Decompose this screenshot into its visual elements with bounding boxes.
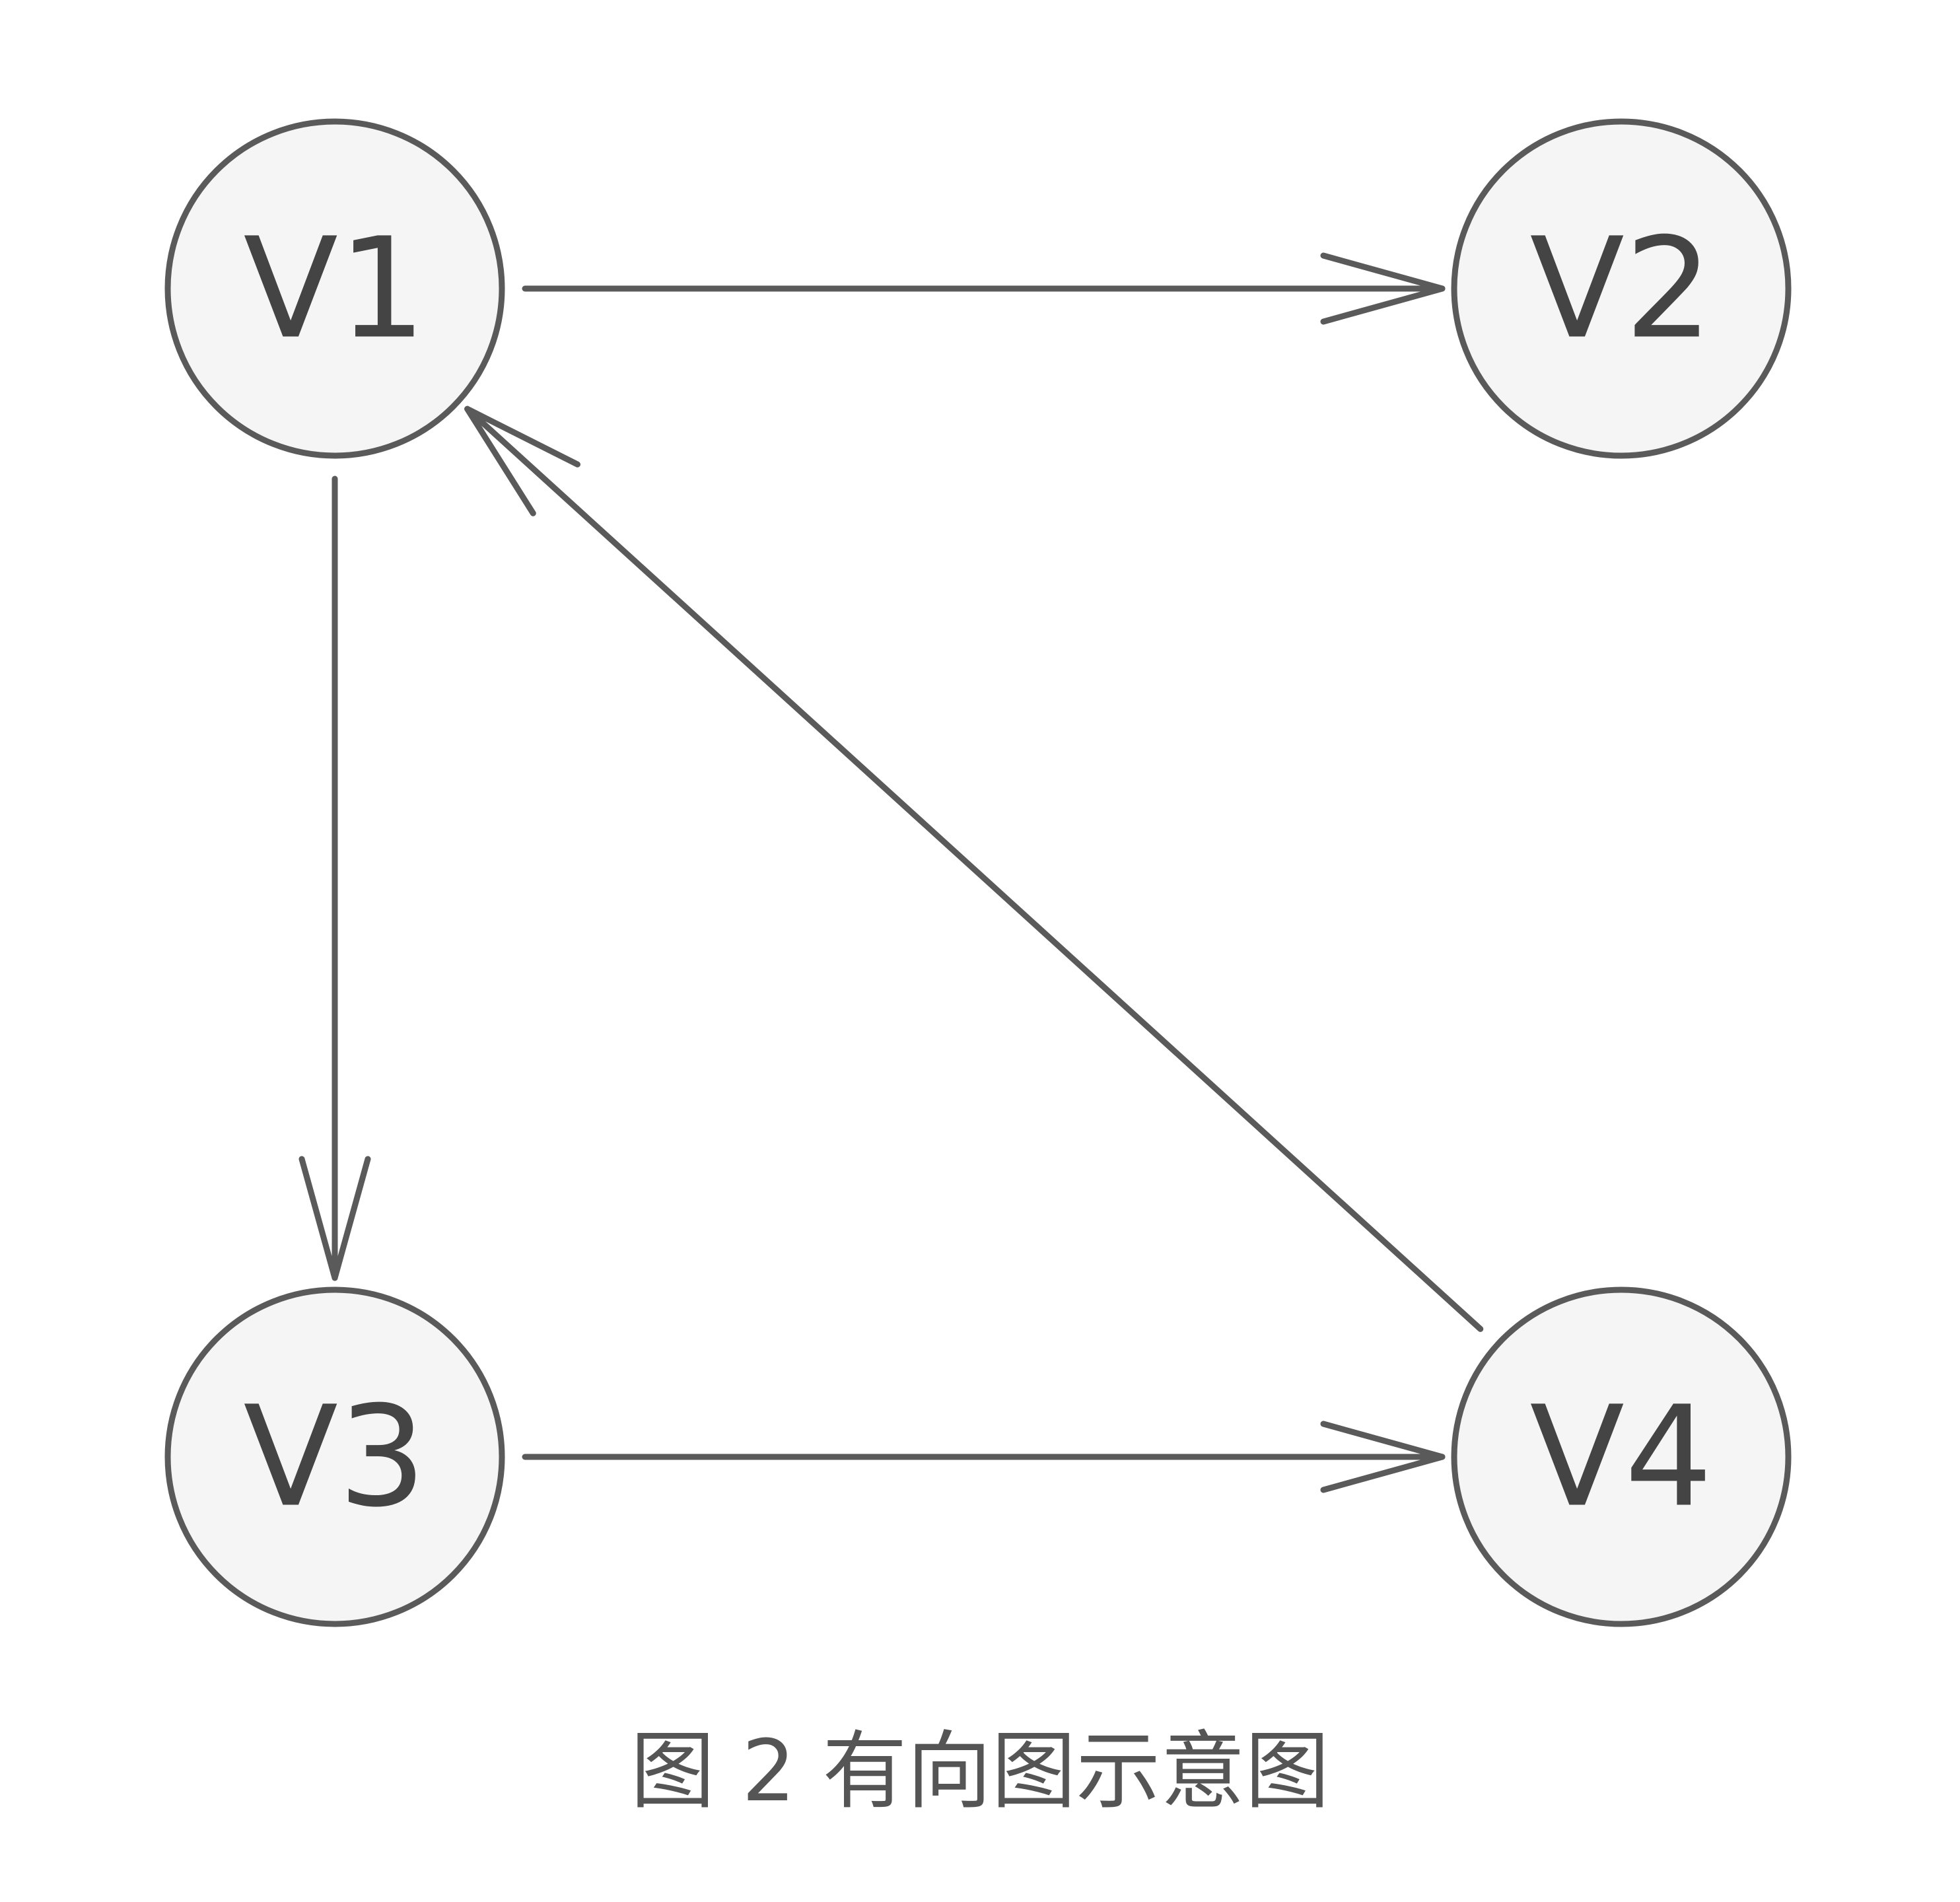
node-v4: V4 xyxy=(1451,1286,1792,1627)
edge-v1-to-v3 xyxy=(298,476,371,1281)
node-v3: V3 xyxy=(164,1286,505,1627)
node-label: V2 xyxy=(1529,208,1712,370)
node-v1: V1 xyxy=(164,118,505,459)
directed-graph: V1 V2 V3 V4 xyxy=(164,118,1792,1627)
node-v2: V2 xyxy=(1451,118,1792,459)
edge-v4-to-v1 xyxy=(464,405,1484,1332)
node-label: V4 xyxy=(1529,1376,1712,1538)
edge-line xyxy=(464,405,1484,1332)
figure-caption: 图 2 有向图示意图 xyxy=(630,1722,1330,1821)
edge-v1-to-v2 xyxy=(522,252,1446,325)
node-label: V1 xyxy=(243,208,426,370)
edge-v3-to-v4 xyxy=(522,1421,1446,1493)
node-label: V3 xyxy=(243,1376,426,1538)
